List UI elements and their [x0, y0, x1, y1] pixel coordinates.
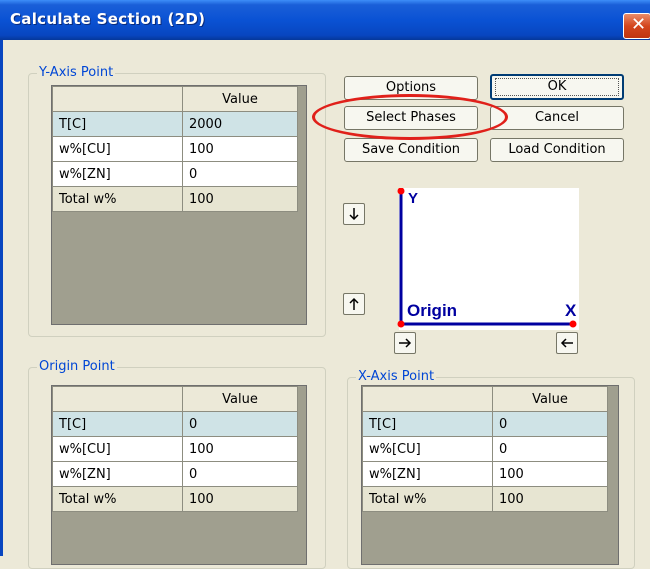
close-icon: ✕ [631, 14, 647, 35]
row-label: Total w% [52, 486, 183, 512]
arrow-down-icon [349, 208, 359, 221]
arrow-left-icon [560, 338, 573, 348]
table-row[interactable]: w%[CU] 100 [52, 436, 298, 462]
origin-point-title: Origin Point [37, 359, 117, 374]
row-label: T[C] [52, 111, 183, 137]
value-cell[interactable]: 2000 [182, 111, 298, 137]
x-point-marker [569, 320, 577, 328]
x-axis-label: X [565, 301, 577, 320]
highlight-ellipse [312, 94, 508, 140]
x-axis-point-grid[interactable]: Value T[C] 0 w%[CU] 0 w%[ZN] 100 Total w… [361, 385, 619, 565]
grid-header-row: Value [362, 386, 608, 412]
table-row[interactable]: T[C] 0 [52, 411, 298, 437]
grid-header-value: Value [182, 386, 298, 412]
row-label: w%[ZN] [52, 461, 183, 487]
value-cell[interactable]: 0 [182, 411, 298, 437]
close-button[interactable]: ✕ [623, 13, 650, 39]
value-cell: 100 [182, 486, 298, 512]
value-cell[interactable]: 100 [492, 461, 608, 487]
y-axis-point-grid[interactable]: Value T[C] 2000 w%[CU] 100 w%[ZN] 0 Tota… [51, 85, 307, 325]
value-cell[interactable]: 100 [182, 436, 298, 462]
table-row[interactable]: w%[ZN] 0 [52, 461, 298, 487]
origin-label: Origin [407, 301, 457, 320]
grid-header-row: Value [52, 86, 298, 112]
ok-button[interactable]: OK [490, 74, 624, 100]
save-condition-button[interactable]: Save Condition [344, 138, 478, 162]
table-row[interactable]: w%[CU] 100 [52, 136, 298, 162]
value-cell: 100 [492, 486, 608, 512]
origin-point-grid[interactable]: Value T[C] 0 w%[CU] 100 w%[ZN] 0 Total w… [51, 385, 307, 565]
row-label: w%[CU] [52, 436, 183, 462]
load-condition-button[interactable]: Load Condition [490, 138, 624, 162]
arrow-right-icon [399, 338, 412, 348]
table-row[interactable]: w%[ZN] 0 [52, 161, 298, 187]
table-row: Total w% 100 [52, 186, 298, 212]
y-axis-point-title: Y-Axis Point [37, 65, 116, 80]
load-condition-label: Load Condition [508, 142, 606, 157]
grid-corner-cell [52, 386, 183, 412]
window-title: Calculate Section (2D) [10, 10, 206, 28]
cancel-label: Cancel [534, 110, 580, 125]
y-axis-label: Y [408, 190, 418, 207]
dialog-body: Y-Axis Point Value T[C] 2000 w%[CU] 100 … [0, 40, 650, 569]
row-label: Total w% [52, 186, 183, 212]
x-axis-point-title: X-Axis Point [356, 369, 437, 384]
grid-corner-cell [362, 386, 493, 412]
move-right-button[interactable] [394, 332, 416, 354]
options-label: Options [385, 80, 437, 95]
row-label: Total w% [362, 486, 493, 512]
cancel-button[interactable]: Cancel [490, 106, 624, 130]
row-label: w%[ZN] [52, 161, 183, 187]
grid-header-row: Value [52, 386, 298, 412]
value-cell: 100 [182, 186, 298, 212]
row-label: w%[CU] [362, 436, 493, 462]
table-row[interactable]: w%[ZN] 100 [362, 461, 608, 487]
table-row[interactable]: T[C] 2000 [52, 111, 298, 137]
value-cell[interactable]: 0 [492, 411, 608, 437]
row-label: w%[ZN] [362, 461, 493, 487]
row-label: T[C] [362, 411, 493, 437]
grid-header-value: Value [182, 86, 298, 112]
arrow-up-icon [349, 297, 359, 310]
move-up-button[interactable] [343, 293, 365, 315]
move-down-button[interactable] [343, 203, 365, 225]
origin-point-marker [397, 320, 405, 328]
row-label: T[C] [52, 411, 183, 437]
grid-header-value: Value [492, 386, 608, 412]
table-row[interactable]: T[C] 0 [362, 411, 608, 437]
row-label: w%[CU] [52, 136, 183, 162]
title-bar[interactable]: Calculate Section (2D) ✕ [0, 0, 650, 40]
value-cell[interactable]: 100 [182, 136, 298, 162]
grid-corner-cell [52, 86, 183, 112]
table-row[interactable]: w%[CU] 0 [362, 436, 608, 462]
table-row: Total w% 100 [362, 486, 608, 512]
axis-diagram: Y Origin X [397, 188, 579, 330]
value-cell[interactable]: 0 [492, 436, 608, 462]
ok-label: OK [495, 78, 619, 96]
move-left-button[interactable] [556, 332, 578, 354]
table-row: Total w% 100 [52, 486, 298, 512]
save-condition-label: Save Condition [361, 142, 461, 157]
value-cell[interactable]: 0 [182, 461, 298, 487]
value-cell[interactable]: 0 [182, 161, 298, 187]
